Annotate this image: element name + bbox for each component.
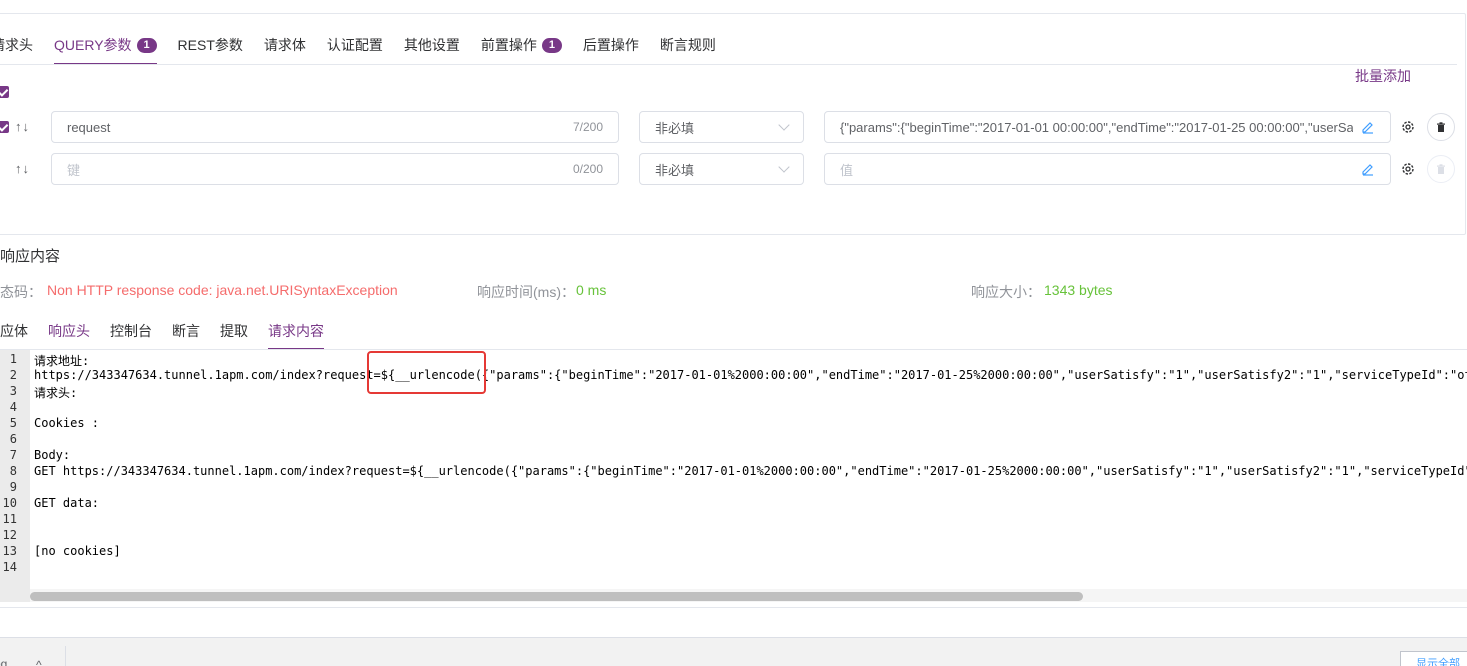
code-line: Body:: [34, 448, 71, 462]
request-content-editor[interactable]: 1 2 3 4 5 6 7 8 9 10 11 12 13 14 请求地址: h…: [0, 349, 1467, 602]
line-number: 9: [9, 480, 17, 494]
code-line: 请求头:: [34, 386, 78, 400]
line-number: 14: [2, 560, 17, 574]
response-size-value: 1343 bytes: [1044, 282, 1113, 298]
batch-add-link[interactable]: 批量添加: [1355, 66, 1411, 86]
code-line: 请求地址:: [34, 354, 90, 368]
row1-key-input[interactable]: request 7/200: [51, 111, 619, 143]
tab-pre-script[interactable]: 前置操作 1: [481, 35, 562, 55]
tab-response-headers[interactable]: 响应头: [48, 321, 90, 341]
tab-other-settings[interactable]: 其他设置: [404, 35, 460, 55]
chevron-down-icon: [778, 161, 790, 173]
tab-request-content[interactable]: 请求内容: [268, 321, 324, 350]
trash-icon: [1437, 121, 1445, 132]
code-line: GET data:: [34, 496, 100, 510]
row2-key-input[interactable]: 键 0/200: [51, 153, 619, 185]
trash-icon: [1437, 163, 1445, 174]
edit-icon[interactable]: [1361, 162, 1375, 176]
footer-bar: og ^ 显示全部: [0, 637, 1467, 666]
response-time-value: 0 ms: [576, 282, 607, 298]
tab-headers[interactable]: 请求头: [0, 35, 33, 55]
tab-assertions[interactable]: 断言规则: [660, 35, 716, 55]
tab-auth[interactable]: 认证配置: [327, 35, 383, 55]
line-number: 1: [9, 352, 17, 366]
chevron-down-icon: [778, 119, 790, 131]
pre-script-count-badge: 1: [541, 37, 562, 53]
scrollbar-thumb[interactable]: [30, 592, 1083, 601]
line-number: 2: [9, 368, 17, 382]
line-number: 3: [9, 384, 17, 398]
row1-required-select[interactable]: 非必填: [639, 111, 804, 143]
row1-checkbox[interactable]: [0, 121, 9, 133]
divider: [0, 607, 1467, 608]
tabs-underline: [0, 64, 1457, 65]
status-code-label: 态码：: [0, 284, 42, 300]
response-title: 响应内容: [0, 248, 61, 265]
row2-delete-button[interactable]: [1427, 155, 1455, 183]
query-count-badge: 1: [136, 37, 157, 53]
row1-value-input[interactable]: {"params":{"beginTime":"2017-01-01 00:00…: [824, 111, 1391, 143]
row1-key-counter: 7/200: [572, 120, 603, 134]
row1-delete-button[interactable]: [1427, 113, 1455, 141]
response-size-label: 响应大小：: [971, 284, 1041, 300]
line-number: 12: [2, 528, 17, 542]
status-code-value: Non HTTP response code: java.net.URISynt…: [47, 282, 398, 298]
show-all-button[interactable]: 显示全部: [1400, 651, 1467, 666]
line-number: 7: [9, 448, 17, 462]
tab-response-assertions[interactable]: 断言: [172, 321, 200, 341]
chevron-up-icon[interactable]: ^: [36, 658, 42, 666]
request-tabs: 请求头 QUERY参数1 REST参数 请求体 认证配置 其他设置 前置操作1 …: [0, 35, 737, 65]
row2-sort-arrows-icon[interactable]: ↑↓: [15, 161, 30, 176]
code-line: Cookies :: [34, 416, 100, 430]
divider: [65, 646, 66, 666]
code-line: GET https://343347634.tunnel.1apm.com/in…: [34, 464, 1467, 478]
line-number: 13: [2, 544, 17, 558]
response-tabs: 应体 响应头 控制台 断言 提取 请求内容: [0, 321, 344, 350]
footer-label: og: [0, 657, 8, 666]
tab-body[interactable]: 请求体: [264, 35, 306, 55]
line-number: 6: [9, 432, 17, 446]
line-number: 8: [9, 464, 17, 478]
tab-query-params[interactable]: QUERY参数 1: [54, 35, 157, 65]
line-number: 11: [2, 512, 17, 526]
tab-console[interactable]: 控制台: [110, 321, 152, 341]
line-number-gutter: 1 2 3 4 5 6 7 8 9 10 11 12 13 14: [0, 350, 30, 602]
row2-key-counter: 0/200: [572, 162, 603, 176]
horizontal-scrollbar[interactable]: [30, 589, 1467, 602]
row2-value-input[interactable]: 值: [824, 153, 1391, 185]
tab-rest-params[interactable]: REST参数: [178, 35, 243, 55]
annotation-highlight-box: [367, 351, 486, 394]
response-time-label: 响应时间(ms)：: [477, 284, 575, 300]
edit-icon[interactable]: [1361, 120, 1375, 134]
row2-required-select[interactable]: 非必填: [639, 153, 804, 185]
line-number: 5: [9, 416, 17, 430]
select-all-checkbox[interactable]: [0, 86, 9, 98]
line-number: 4: [9, 400, 17, 414]
code-line: https://343347634.tunnel.1apm.com/index?…: [34, 368, 1467, 382]
tab-extract[interactable]: 提取: [220, 321, 248, 341]
row1-sort-arrows-icon[interactable]: ↑↓: [15, 119, 30, 134]
tab-response-body[interactable]: 应体: [0, 321, 28, 341]
tab-post-script[interactable]: 后置操作: [583, 35, 639, 55]
row1-settings-gear-icon[interactable]: [1400, 119, 1416, 135]
line-number: 10: [2, 496, 17, 510]
code-line: [no cookies]: [34, 544, 121, 558]
row2-settings-gear-icon[interactable]: [1400, 161, 1416, 177]
